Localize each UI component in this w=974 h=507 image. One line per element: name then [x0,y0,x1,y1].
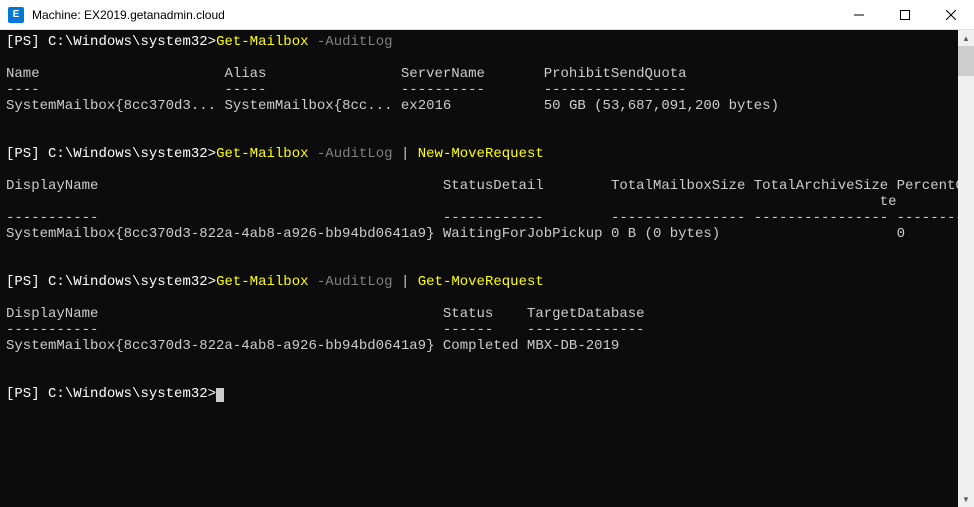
param-auditlog: -AuditLog [317,274,393,290]
output-separator: ---- ----- ---------- ----------------- [6,82,687,98]
prompt-gt: > [208,146,216,162]
output-header: DisplayName StatusDetail TotalMailboxSiz… [6,178,958,194]
minimize-button[interactable] [836,0,882,29]
prompt-bracket: ] [31,386,39,402]
prompt-gt: > [208,34,216,50]
close-button[interactable] [928,0,974,29]
prompt-bracket: ] [31,34,39,50]
prompt-gt: > [208,274,216,290]
window-controls [836,0,974,29]
scroll-thumb[interactable] [958,46,974,76]
param-auditlog: -AuditLog [317,34,393,50]
prompt-ps: PS [14,386,31,402]
prompt-gt: > [208,386,216,402]
pipe: | [401,274,409,290]
cursor [216,388,224,402]
prompt-path: C:\Windows\system32 [48,146,208,162]
output-row: SystemMailbox{8cc370d3-822a-4ab8-a926-bb… [6,226,905,242]
cmdlet-new-moverequest: New-MoveRequest [418,146,544,162]
output-header: te [6,194,897,210]
output-row: SystemMailbox{8cc370d3-822a-4ab8-a926-bb… [6,338,619,354]
prompt-path [40,34,48,50]
prompt-path [40,146,48,162]
prompt-path: C:\Windows\system32 [48,386,208,402]
window-titlebar[interactable]: E Machine: EX2019.getanadmin.cloud [0,0,974,30]
cmdlet-get-mailbox: Get-Mailbox [216,146,308,162]
prompt-bracket: ] [31,146,39,162]
output-row: SystemMailbox{8cc370d3... SystemMailbox{… [6,98,779,114]
prompt-ps: PS [14,146,31,162]
prompt-path [40,386,48,402]
cmdlet-get-mailbox: Get-Mailbox [216,274,308,290]
scroll-up-icon[interactable]: ▲ [958,30,974,46]
pipe: | [401,146,409,162]
prompt-ps: PS [14,34,31,50]
output-header: Name Alias ServerName ProhibitSendQuota [6,66,687,82]
output-separator: ----------- ------------ ---------------… [6,210,958,226]
scroll-track[interactable] [958,46,974,491]
prompt-path [40,274,48,290]
app-icon: E [8,7,24,23]
prompt-path: C:\Windows\system32 [48,274,208,290]
prompt-path: C:\Windows\system32 [48,34,208,50]
window-title: Machine: EX2019.getanadmin.cloud [32,8,836,22]
output-header: DisplayName Status TargetDatabase [6,306,645,322]
prompt-bracket: ] [31,274,39,290]
cmdlet-get-mailbox: Get-Mailbox [216,34,308,50]
scrollbar[interactable]: ▲ ▼ [958,30,974,507]
cmdlet-get-moverequest: Get-MoveRequest [418,274,544,290]
param-auditlog: -AuditLog [317,146,393,162]
prompt-ps: PS [14,274,31,290]
maximize-button[interactable] [882,0,928,29]
output-separator: ----------- ------ -------------- [6,322,645,338]
terminal[interactable]: [PS] C:\Windows\system32>Get-Mailbox -Au… [0,30,958,507]
terminal-container: [PS] C:\Windows\system32>Get-Mailbox -Au… [0,30,974,507]
scroll-down-icon[interactable]: ▼ [958,491,974,507]
